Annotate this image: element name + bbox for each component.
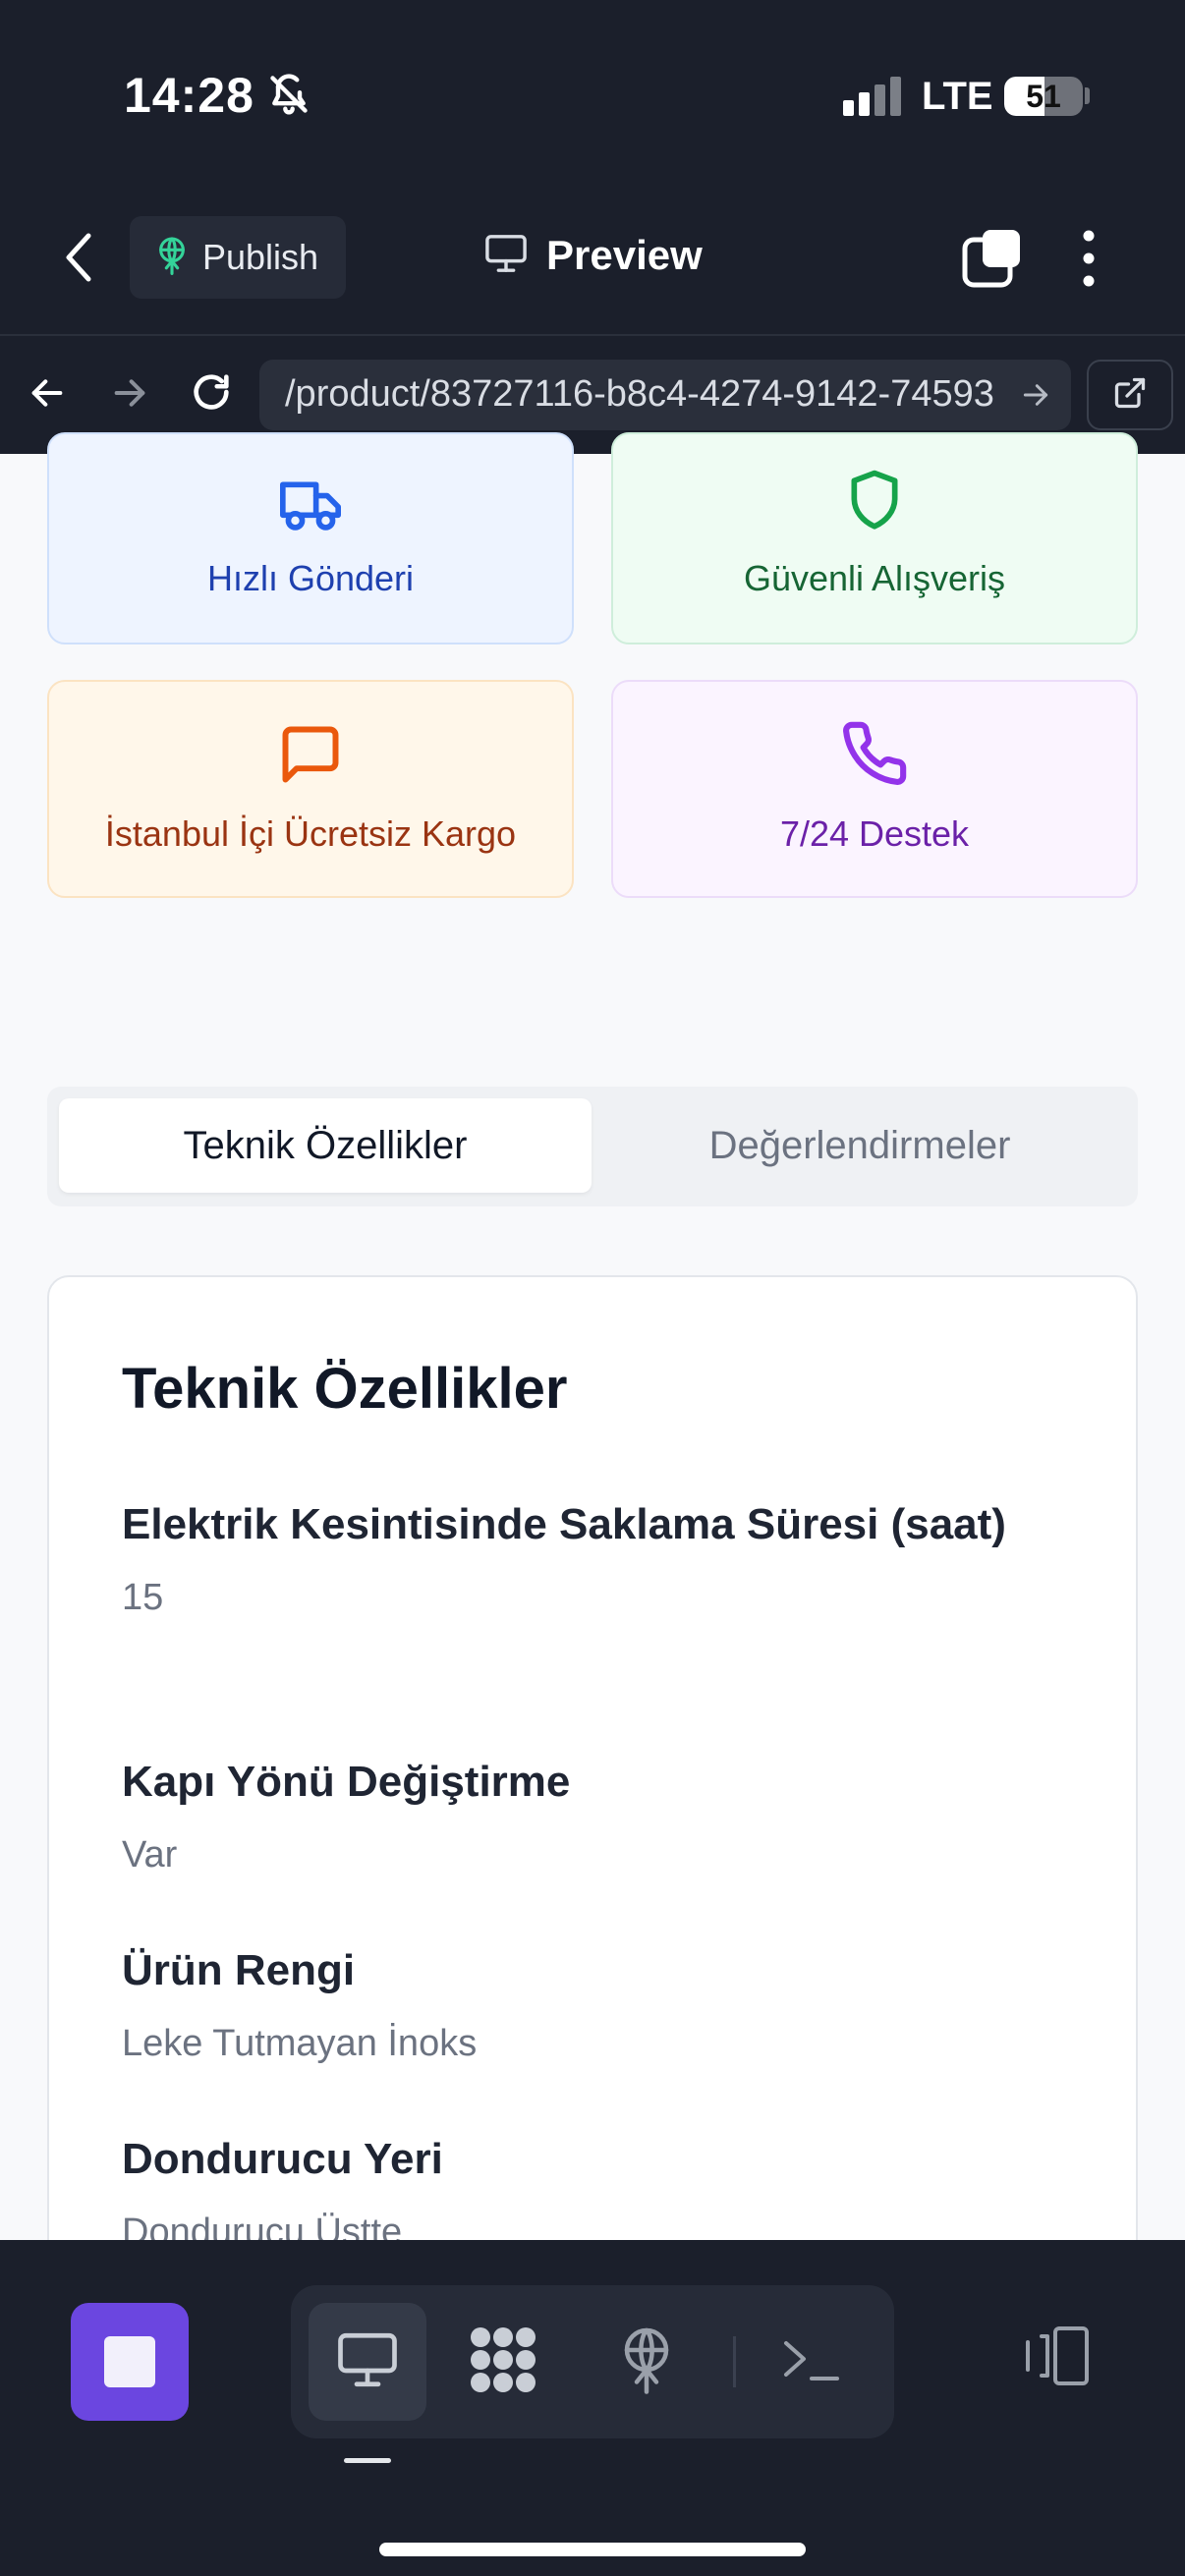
feature-card-fast-shipping: Hızlı Gönderi — [47, 432, 574, 644]
phone-icon — [613, 719, 1136, 788]
spec-label: Dondurucu Yeri — [122, 2135, 443, 2183]
network-type: LTE — [922, 75, 993, 118]
url-text: /product/83727116-b8c4-4274-9142-74593 — [285, 373, 994, 415]
stop-button[interactable] — [71, 2303, 189, 2421]
active-view-indicator — [344, 2458, 391, 2463]
spec-item: Ürün Rengi Leke Tutmayan İnoks — [122, 1935, 1006, 2071]
view-switcher — [291, 2285, 894, 2438]
home-indicator — [379, 2543, 806, 2556]
spec-item: Elektrik Kesintisinde Saklama Süresi (sa… — [122, 1489, 1006, 1625]
spec-label: Elektrik Kesintisinde Saklama Süresi (sa… — [122, 1500, 1006, 1548]
battery-tip — [1085, 87, 1090, 104]
top-bar: 14:28 LTE 51 Publish Preview — [0, 0, 1185, 334]
spec-value: Var — [122, 1834, 178, 1876]
signal-icon — [843, 77, 906, 121]
shield-icon — [613, 466, 1136, 536]
monitor-icon — [483, 233, 529, 279]
specs-title: Teknik Özellikler — [122, 1357, 568, 1421]
toolbar-divider — [733, 2336, 736, 2387]
back-chevron-icon[interactable] — [61, 230, 96, 290]
publish-button[interactable]: Publish — [130, 216, 346, 299]
reload-icon[interactable] — [189, 369, 234, 420]
feature-label: Hızlı Gönderi — [206, 558, 415, 598]
truck-icon — [49, 474, 572, 534]
feature-label: İstanbul İçi Ücretsiz Kargo — [104, 813, 517, 854]
publish-label: Publish — [202, 237, 319, 277]
preview-label: Preview — [546, 232, 703, 278]
open-external-button[interactable] — [1087, 360, 1173, 430]
message-square-icon — [49, 721, 572, 788]
panel-toggle-icon[interactable] — [1018, 2324, 1091, 2392]
bell-muted-icon — [267, 73, 310, 121]
more-options-icon[interactable] — [1081, 230, 1097, 292]
spec-value: Leke Tutmayan İnoks — [122, 2023, 478, 2064]
battery-percent: 51 — [1026, 79, 1061, 114]
workspace-view-button[interactable] — [444, 2303, 562, 2421]
arrow-left-icon[interactable] — [28, 373, 67, 418]
preview-tab[interactable]: Preview — [483, 232, 703, 279]
tab-reviews[interactable]: Değerlendirmeler — [593, 1098, 1126, 1193]
feature-label: Güvenli Alışveriş — [743, 558, 1006, 598]
battery-indicator: 51 — [1004, 77, 1083, 116]
spec-item: Kapı Yönü Değiştirme Var — [122, 1747, 1006, 1882]
spec-label: Ürün Rengi — [122, 1946, 356, 1994]
preview-view-button[interactable] — [309, 2303, 426, 2421]
monitor-icon — [335, 2329, 400, 2395]
arrow-right-icon[interactable] — [110, 373, 149, 418]
tabs-icon[interactable] — [961, 228, 1022, 294]
stop-icon — [104, 2336, 155, 2387]
publish-icon — [617, 2325, 676, 2399]
spec-value: 15 — [122, 1577, 164, 1618]
bottom-toolbar — [0, 2240, 1185, 2576]
tab-technical-specs[interactable]: Teknik Özellikler — [59, 1098, 592, 1193]
publish-icon — [155, 236, 189, 280]
deploy-view-button[interactable] — [588, 2303, 705, 2421]
console-view-button[interactable] — [753, 2303, 871, 2421]
feature-card-secure-shopping: Güvenli Alışveriş — [611, 432, 1138, 644]
go-arrow-icon[interactable] — [1020, 379, 1051, 416]
feature-card-support: 7/24 Destek — [611, 680, 1138, 898]
feature-label: 7/24 Destek — [779, 813, 970, 854]
spec-label: Kapı Yönü Değiştirme — [122, 1758, 571, 1806]
terminal-icon — [780, 2335, 843, 2389]
url-input[interactable]: /product/83727116-b8c4-4274-9142-74593 — [259, 360, 1071, 430]
product-tabs: Teknik Özellikler Değerlendirmeler — [47, 1087, 1138, 1206]
feature-card-free-shipping: İstanbul İçi Ücretsiz Kargo — [47, 680, 574, 898]
status-time: 14:28 — [124, 68, 254, 123]
grid-dots-icon — [467, 2324, 539, 2401]
external-link-icon — [1112, 375, 1148, 416]
